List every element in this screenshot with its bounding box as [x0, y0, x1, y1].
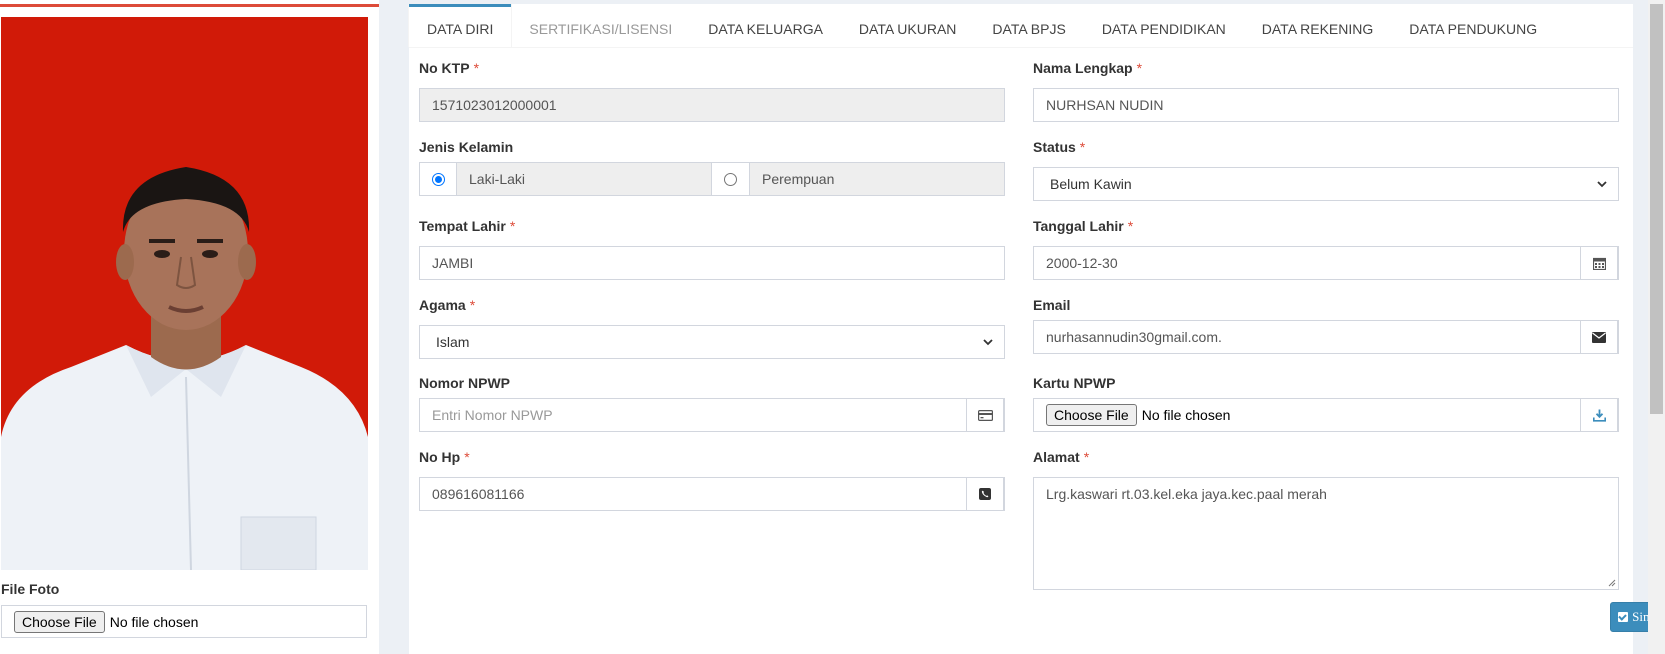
tanggal-lahir-field[interactable]: 2000-12-30 [1033, 246, 1619, 280]
no-ktp-value: 1571023012000001 [432, 97, 557, 113]
status-select[interactable]: Belum Kawin [1033, 167, 1619, 201]
email-label: Email [1033, 297, 1070, 313]
envelope-icon [1592, 331, 1606, 343]
jenis-kelamin-label: Jenis Kelamin [419, 139, 513, 155]
tanggal-lahir-label-text: Tanggal Lahir [1033, 218, 1124, 234]
nomor-npwp-field[interactable]: Entri Nomor NPWP [419, 398, 1005, 432]
agama-label-text: Agama [419, 297, 466, 313]
panel-top-border [0, 4, 379, 7]
resize-handle-icon[interactable] [1608, 579, 1616, 587]
no-hp-value: 089616081166 [432, 486, 525, 502]
no-hp-field[interactable]: 089616081166 [419, 477, 1005, 511]
agama-select[interactable]: Islam [419, 325, 1005, 359]
jenis-kelamin-label-text: Jenis Kelamin [419, 139, 514, 155]
nama-lengkap-label: Nama Lengkap * [1033, 60, 1142, 76]
no-hp-label-text: No Hp [419, 449, 461, 465]
status-label: Status * [1033, 139, 1085, 155]
tab-data-pendidikan[interactable]: DATA PENDIDIKAN [1084, 4, 1244, 47]
kartu-npwp-file-input[interactable]: Choose File No file chosen [1033, 398, 1619, 432]
nomor-npwp-label-text: Nomor NPWP [419, 375, 510, 391]
email-field[interactable]: nurhasannudin30gmail.com. [1033, 320, 1619, 354]
kartu-npwp-status: No file chosen [1141, 407, 1231, 423]
radio-perempuan-label: Perempuan [750, 162, 1005, 196]
no-ktp-label: No KTP * [419, 60, 479, 76]
chevron-down-icon [983, 339, 993, 346]
file-foto-input[interactable]: Choose File No file chosen [1, 605, 367, 638]
page-scrollbar-thumb[interactable] [1650, 4, 1663, 414]
alamat-label-text: Alamat [1033, 449, 1080, 465]
kartu-npwp-addon[interactable] [1580, 398, 1618, 432]
person-photo-illustration [1, 17, 368, 570]
calendar-icon [1592, 257, 1606, 270]
download-icon [1592, 409, 1606, 422]
tanggal-lahir-value: 2000-12-30 [1046, 255, 1118, 271]
radio-perempuan-cell[interactable] [712, 162, 750, 196]
no-ktp-label-text: No KTP [419, 60, 470, 76]
chevron-down-icon [1597, 181, 1607, 188]
required-mark: * [1136, 60, 1143, 76]
tab-data-bpjs[interactable]: DATA BPJS [974, 4, 1083, 47]
alamat-textarea[interactable]: Lrg.kaswari rt.03.kel.eka jaya.kec.paal … [1033, 477, 1619, 590]
nama-lengkap-field[interactable]: NURHSAN NUDIN [1033, 88, 1619, 122]
status-label-text: Status [1033, 139, 1076, 155]
jenis-kelamin-radio-group: Laki-Laki Perempuan [419, 162, 1005, 196]
profile-photo [1, 17, 368, 570]
kartu-npwp-label: Kartu NPWP [1033, 375, 1115, 391]
required-mark: * [469, 297, 476, 313]
status-value: Belum Kawin [1050, 176, 1132, 192]
nomor-npwp-label: Nomor NPWP [419, 375, 510, 391]
radio-perempuan[interactable] [724, 172, 737, 186]
tab-data-diri[interactable]: DATA DIRI [409, 4, 512, 47]
tempat-lahir-label-text: Tempat Lahir [419, 218, 506, 234]
check-square-icon [1618, 612, 1629, 622]
required-mark: * [509, 218, 516, 234]
required-mark: * [473, 60, 480, 76]
credit-card-icon [977, 409, 993, 421]
tab-data-pendukung[interactable]: DATA PENDUKUNG [1391, 4, 1555, 47]
required-mark: * [1083, 449, 1090, 465]
alamat-value: Lrg.kaswari rt.03.kel.eka jaya.kec.paal … [1046, 486, 1327, 502]
required-mark: * [1127, 218, 1134, 234]
agama-label: Agama * [419, 297, 475, 313]
nama-lengkap-label-text: Nama Lengkap [1033, 60, 1133, 76]
nomor-npwp-addon [966, 398, 1004, 432]
radio-laki-laki-cell[interactable] [419, 162, 457, 196]
tempat-lahir-field[interactable]: JAMBI [419, 246, 1005, 280]
phone-icon [979, 488, 991, 500]
file-foto-status: No file chosen [109, 613, 199, 630]
tab-sertifikasi-lisensi[interactable]: SERTIFIKASI/LISENSI [511, 4, 690, 47]
no-ktp-field[interactable]: 1571023012000001 [419, 88, 1005, 122]
required-mark: * [1079, 139, 1086, 155]
radio-laki-laki-label: Laki-Laki [457, 162, 712, 196]
nama-lengkap-value: NURHSAN NUDIN [1046, 97, 1164, 113]
no-hp-addon [966, 477, 1004, 511]
email-value: nurhasannudin30gmail.com. [1046, 329, 1222, 345]
nomor-npwp-placeholder: Entri Nomor NPWP [432, 407, 553, 423]
radio-laki-laki[interactable] [431, 172, 445, 186]
tab-bar: DATA DIRI SERTIFIKASI/LISENSI DATA KELUA… [409, 4, 1633, 48]
tanggal-lahir-addon[interactable] [1580, 246, 1618, 280]
file-foto-choose-button[interactable]: Choose File [14, 610, 105, 633]
tanggal-lahir-label: Tanggal Lahir * [1033, 218, 1133, 234]
tab-data-ukuran[interactable]: DATA UKURAN [841, 4, 975, 47]
tab-data-keluarga[interactable]: DATA KELUARGA [690, 4, 841, 47]
email-addon [1580, 320, 1618, 354]
tempat-lahir-value: JAMBI [432, 255, 474, 271]
tab-data-rekening[interactable]: DATA REKENING [1244, 4, 1392, 47]
kartu-npwp-choose-button[interactable]: Choose File [1046, 404, 1137, 426]
file-foto-label: File Foto [1, 581, 60, 597]
no-hp-label: No Hp * [419, 449, 470, 465]
tempat-lahir-label: Tempat Lahir * [419, 218, 515, 234]
photo-panel: File Foto Choose File No file chosen [0, 0, 379, 654]
email-label-text: Email [1033, 297, 1071, 313]
agama-value: Islam [436, 334, 470, 350]
required-mark: * [464, 449, 470, 465]
kartu-npwp-label-text: Kartu NPWP [1033, 375, 1116, 391]
alamat-label: Alamat * [1033, 449, 1089, 465]
